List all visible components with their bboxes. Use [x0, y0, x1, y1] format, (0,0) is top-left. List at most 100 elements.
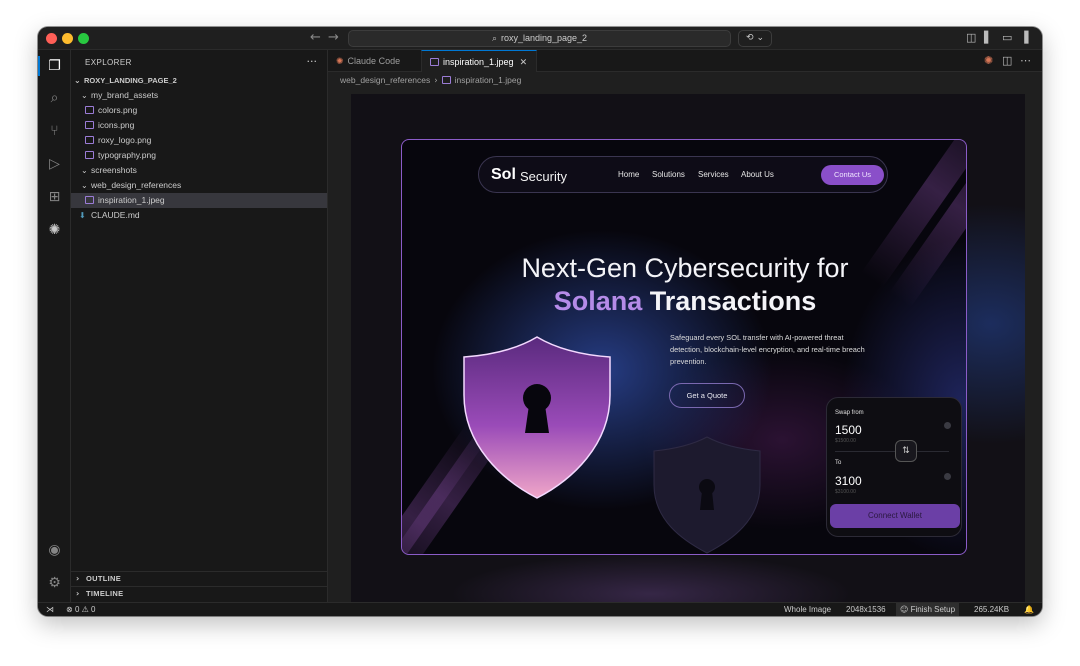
preview-headline: Next-Gen Cybersecurity for Solana Transa… — [402, 252, 966, 318]
image-dimensions: 2048x1536 — [846, 605, 886, 614]
chevron-down-icon: ⌄ — [81, 91, 88, 100]
bell-icon[interactable]: 🔔 — [1024, 603, 1034, 616]
swap-to-value: 3100 — [835, 474, 862, 488]
preview-quote-button: Get a Quote — [669, 383, 745, 408]
split-editor-icon[interactable]: ◫ — [1002, 54, 1012, 67]
preview-logo-bold: Sol — [491, 166, 516, 183]
swap-from-value: 1500 — [835, 423, 862, 437]
active-indicator — [38, 56, 40, 76]
swap-to-label: To — [835, 460, 842, 466]
arrow-left-icon[interactable]: ← — [310, 30, 321, 45]
preview-logo-light: Security — [520, 169, 567, 184]
command-center-search[interactable]: ⌕ roxy_landing_page_2 — [348, 30, 731, 47]
source-control-icon[interactable]: ⑂ — [46, 123, 63, 140]
image-file-icon — [85, 121, 94, 129]
breadcrumb-file[interactable]: inspiration_1.jpeg — [455, 75, 522, 85]
arrow-right-icon[interactable]: → — [328, 30, 339, 45]
tree-folder-screenshots[interactable]: ⌄ screenshots — [71, 163, 327, 178]
problems-indicator[interactable]: ⊗ 0 ⚠ 0 — [66, 603, 95, 616]
preview-nav-home: Home — [618, 170, 640, 179]
toggle-sidebar-icon[interactable]: ▌ — [984, 31, 992, 44]
divider — [835, 451, 949, 452]
chevron-down-icon: ⌄ — [74, 76, 81, 85]
file-size: 265.24KB — [974, 605, 1010, 614]
tab-label: Claude Code — [347, 56, 401, 66]
tree-label: my_brand_assets — [91, 90, 159, 100]
swap-to-sub: $3100.00 — [835, 489, 856, 495]
search-icon[interactable]: ⌕ — [46, 90, 63, 107]
claude-icon[interactable]: ✺ — [46, 222, 63, 239]
explorer-icon[interactable]: ❐ — [46, 58, 63, 75]
toggle-panel-icon[interactable]: ▭ — [1002, 31, 1012, 44]
tab-label: inspiration_1.jpeg — [443, 57, 514, 67]
run-debug-icon[interactable]: ▷ — [46, 156, 63, 173]
copilot-menu-button[interactable]: ⟲ ⌄ — [738, 30, 772, 47]
headline-accent: Solana — [553, 286, 643, 316]
claude-icon[interactable]: ✺ — [984, 54, 993, 67]
more-actions-icon[interactable]: ⋯ — [1020, 54, 1031, 67]
chevron-down-icon: ⌄ — [756, 33, 764, 43]
tree-file-roxy-logo[interactable]: roxy_logo.png — [71, 133, 327, 148]
tree-folder-my-brand-assets[interactable]: ⌄ my_brand_assets — [71, 88, 327, 103]
tree-file-claude-md[interactable]: ⬇ CLAUDE.md — [71, 208, 327, 223]
gear-icon[interactable]: ⚙ — [46, 575, 63, 592]
image-file-icon — [85, 136, 94, 144]
chevron-right-icon: › — [76, 574, 80, 583]
preview-swap-widget: Swap from 1500 $1500.00 ⇅ To 3100 $3100.… — [826, 397, 962, 537]
tree-label: web_design_references — [91, 180, 182, 190]
swap-from-label: Swap from — [835, 410, 864, 416]
layout-icon[interactable]: ◫ — [966, 31, 976, 44]
swap-from-sub: $1500.00 — [835, 438, 856, 444]
minimize-window-button[interactable] — [62, 33, 73, 44]
view-mode[interactable]: Whole Image — [784, 603, 831, 616]
outline-label: OUTLINE — [86, 574, 122, 583]
explorer-sidebar: EXPLORER ··· ⌄ ROXY_LANDING_PAGE_2 ⌄ my_br… — [71, 50, 328, 602]
maximize-window-button[interactable] — [78, 33, 89, 44]
tree-label: icons.png — [98, 120, 135, 130]
token-dot — [944, 422, 951, 429]
tab-claude-code[interactable]: ✺ Claude Code — [328, 50, 421, 72]
token-dot — [944, 473, 951, 480]
close-window-button[interactable] — [46, 33, 57, 44]
preview-description: Safeguard every SOL transfer with AI-pow… — [670, 333, 865, 366]
tree-file-typography[interactable]: typography.png — [71, 148, 327, 163]
swap-direction-icon: ⇅ — [895, 440, 917, 462]
tree-label: screenshots — [91, 165, 137, 175]
preview-navbar: Sol Security Home Solutions Services Abo… — [478, 156, 888, 193]
project-label: ROXY_LANDING_PAGE_2 — [84, 76, 177, 85]
tree-file-inspiration[interactable]: inspiration_1.jpeg — [71, 193, 327, 208]
account-icon[interactable]: ◉ — [46, 542, 63, 559]
remote-icon[interactable]: ⋊ — [46, 603, 54, 616]
timeline-section[interactable]: › TIMELINE — [71, 586, 327, 601]
activity-bar: ❐ ⌕ ⑂ ▷ ⊞ ✺ ◉ ⚙ — [38, 50, 71, 602]
status-bar: ⋊ ⊗ 0 ⚠ 0 Whole Image 2048x1536 ☺ Finish… — [38, 602, 1042, 616]
copilot-icon: ⟲ — [746, 33, 754, 43]
project-folder[interactable]: ⌄ ROXY_LANDING_PAGE_2 — [71, 73, 327, 88]
preview-connect-wallet-button: Connect Wallet — [830, 504, 960, 528]
outline-section[interactable]: › OUTLINE — [71, 571, 327, 586]
chevron-down-icon: ⌄ — [81, 181, 88, 190]
tree-file-icons[interactable]: icons.png — [71, 118, 327, 133]
image-file-icon — [441, 76, 451, 84]
headline-rest: Transactions — [649, 286, 817, 316]
image-preview[interactable]: Sol Security Home Solutions Services Abo… — [351, 94, 1025, 602]
extensions-icon[interactable]: ⊞ — [46, 189, 63, 206]
finish-setup-label: Finish Setup — [910, 605, 956, 614]
tree-folder-web-design-references[interactable]: ⌄ web_design_references — [71, 178, 327, 193]
toggle-secondary-sidebar-icon[interactable]: ▐ — [1020, 31, 1028, 44]
shield-icon — [463, 336, 611, 499]
breadcrumb-folder[interactable]: web_design_references — [340, 75, 430, 85]
finish-setup-button[interactable]: ☺ Finish Setup — [896, 603, 960, 616]
warning-icon: ⚠ — [81, 605, 89, 614]
tree-label: colors.png — [98, 105, 138, 115]
chevron-right-icon: › — [76, 589, 80, 598]
shield-icon — [653, 436, 761, 554]
close-icon[interactable]: ✕ — [520, 58, 528, 68]
tab-bar: ✺ Claude Code inspiration_1.jpeg ✕ ✺ ◫ ⋯ — [328, 50, 1042, 72]
tree-label: CLAUDE.md — [91, 210, 140, 220]
headline-line1: Next-Gen Cybersecurity for — [521, 253, 849, 283]
more-actions-icon[interactable]: ··· — [307, 55, 318, 68]
preview-nav-about: About Us — [741, 170, 774, 179]
tab-inspiration-jpeg[interactable]: inspiration_1.jpeg ✕ — [421, 50, 537, 72]
tree-file-colors[interactable]: colors.png — [71, 103, 327, 118]
